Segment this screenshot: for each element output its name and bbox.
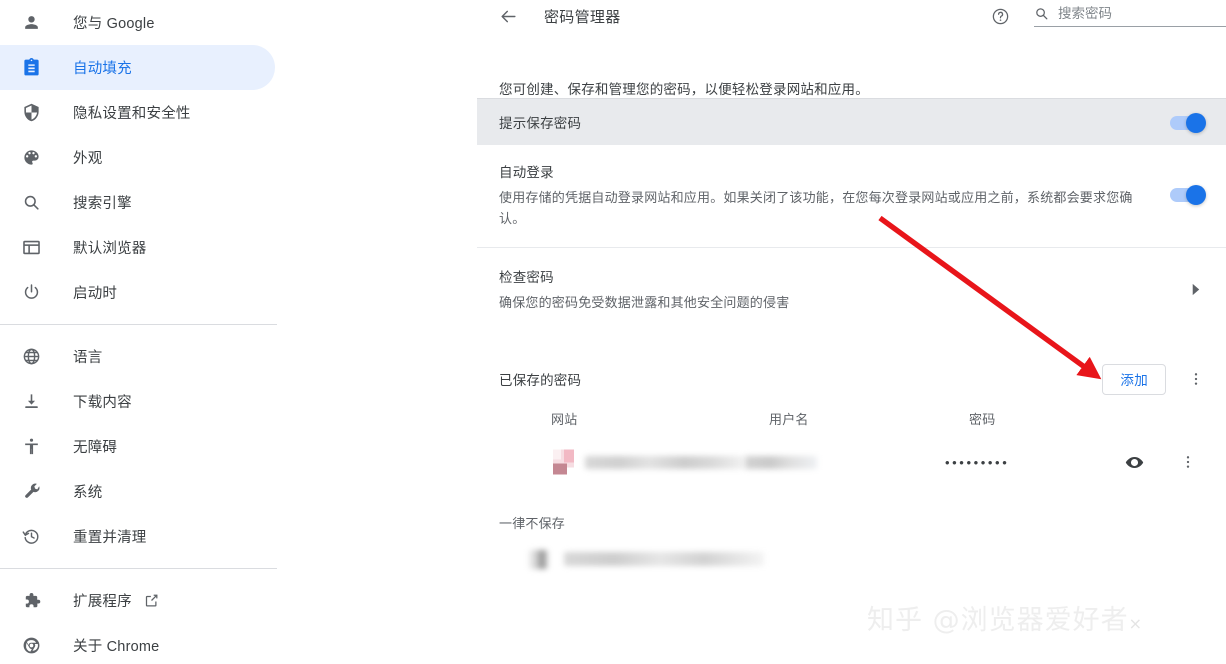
toggle-knob: [1186, 185, 1206, 206]
autofill-clipboard-icon: [20, 57, 42, 79]
sidebar-item-label: 您与 Google: [73, 16, 155, 32]
never-saved-site-redacted: [564, 552, 764, 567]
chrome-logo-icon: [20, 635, 42, 657]
sidebar-divider: [0, 568, 277, 569]
sidebar-item-system[interactable]: 系统: [0, 469, 477, 514]
row-prompt-save-passwords: 提示保存密码: [477, 98, 1226, 145]
sidebar-item-on-startup[interactable]: 启动时: [0, 270, 477, 315]
auto-signin-toggle[interactable]: [1170, 185, 1206, 206]
check-passwords-text: 检查密码 确保您的密码免受数据泄露和其他安全问题的侵害: [499, 266, 1189, 313]
auto-signin-text: 自动登录 使用存储的凭据自动登录网站和应用。如果关闭了该功能，在您每次登录网站或…: [499, 161, 1154, 229]
download-icon: [20, 391, 42, 413]
row-auto-signin: 自动登录 使用存储的凭据自动登录网站和应用。如果关闭了该功能，在您每次登录网站或…: [477, 145, 1226, 249]
sidebar-item-languages[interactable]: 语言: [0, 334, 477, 379]
sidebar-item-search-engine[interactable]: 搜索引擎: [0, 180, 477, 225]
header-actions: [991, 0, 1226, 33]
password-masked-value: •••••••••: [945, 454, 1010, 470]
prompt-save-toggle[interactable]: [1170, 113, 1206, 133]
sidebar-item-label: 无障碍: [73, 440, 118, 456]
sidebar-item-extensions[interactable]: 扩展程序: [0, 578, 477, 623]
settings-sidebar: 您与 Google 自动填充 隐私设置和安全性 外观 搜索引擎 默认浏览器 启动…: [0, 0, 477, 664]
sidebar-item-accessibility[interactable]: 无障碍: [0, 424, 477, 469]
saved-passwords-table: 网站 用户名 密码 •••••••••: [477, 401, 1226, 489]
globe-icon: [20, 346, 42, 368]
kebab-menu-icon[interactable]: [1180, 454, 1196, 470]
eye-icon[interactable]: [1125, 453, 1144, 472]
sidebar-item-privacy-security[interactable]: 隐私设置和安全性: [0, 90, 477, 135]
sidebar-group-3: 扩展程序 关于 Chrome: [0, 578, 477, 664]
table-header-row: 网站 用户名 密码: [499, 401, 1204, 435]
search-icon: [1034, 6, 1049, 21]
kebab-menu-icon[interactable]: [1188, 371, 1204, 387]
column-header-site: 网站: [551, 411, 578, 427]
search-input[interactable]: [1058, 6, 1218, 21]
password-manager-panel: 密码管理器 您可创建、保存和管理您的密码，以便轻松登录网站和应用。 提示保存密码: [477, 0, 1226, 664]
sidebar-item-label: 搜索引擎: [73, 196, 132, 212]
saved-passwords-label: 已保存的密码: [499, 373, 582, 389]
settings-page: 您与 Google 自动填充 隐私设置和安全性 外观 搜索引擎 默认浏览器 启动…: [0, 0, 1226, 664]
row-check-passwords[interactable]: 检查密码 确保您的密码免受数据泄露和其他安全问题的侵害: [477, 248, 1226, 331]
back-arrow-icon[interactable]: [499, 7, 518, 26]
shield-icon: [20, 102, 42, 124]
sidebar-item-label: 启动时: [73, 286, 118, 302]
sidebar-group-1: 您与 Google 自动填充 隐私设置和安全性 外观 搜索引擎 默认浏览器 启动…: [0, 0, 477, 315]
sidebar-item-reset-cleanup[interactable]: 重置并清理: [0, 514, 477, 559]
sidebar-item-label: 重置并清理: [73, 530, 147, 546]
auto-signin-description: 使用存储的凭据自动登录网站和应用。如果关闭了该功能，在您每次登录网站或应用之前，…: [499, 190, 1133, 227]
sidebar-item-downloads[interactable]: 下载内容: [0, 379, 477, 424]
table-row[interactable]: •••••••••: [499, 435, 1204, 489]
person-icon: [20, 12, 42, 34]
search-icon: [20, 192, 42, 214]
username-cell: [745, 455, 945, 469]
accessibility-icon: [20, 436, 42, 458]
sidebar-item-appearance[interactable]: 外观: [0, 135, 477, 180]
check-passwords-title: 检查密码: [499, 270, 554, 286]
panel-description: 您可创建、保存和管理您的密码，以便轻松登录网站和应用。: [499, 82, 869, 97]
toggle-knob: [1186, 113, 1206, 133]
column-header-password: 密码: [969, 411, 996, 427]
chevron-right-icon: [1189, 283, 1204, 296]
browser-window-icon: [20, 237, 42, 259]
column-header-username: 用户名: [769, 411, 809, 427]
sidebar-item-label: 系统: [73, 485, 103, 501]
username-value-redacted: [745, 455, 817, 469]
restore-clock-icon: [20, 526, 42, 548]
sidebar-item-label: 关于 Chrome: [73, 639, 160, 655]
saved-passwords-header: 已保存的密码 添加: [477, 331, 1226, 401]
sidebar-item-label: 自动填充: [73, 61, 132, 77]
search-password-box[interactable]: [1034, 6, 1226, 27]
sidebar-item-label: 隐私设置和安全性: [73, 106, 191, 122]
sidebar-item-label: 外观: [73, 151, 103, 167]
page-title: 密码管理器: [544, 9, 621, 26]
sidebar-divider: [0, 324, 277, 325]
prompt-save-label: 提示保存密码: [499, 116, 582, 131]
never-saved-row[interactable]: [477, 532, 1226, 586]
check-passwords-description: 确保您的密码免受数据泄露和其他安全问题的侵害: [499, 295, 790, 311]
power-icon: [20, 282, 42, 304]
auto-signin-title: 自动登录: [499, 165, 554, 180]
palette-icon: [20, 147, 42, 169]
never-saved-label: 一律不保存: [499, 516, 566, 532]
sidebar-item-label: 默认浏览器: [73, 241, 147, 257]
panel-header: 密码管理器: [477, 0, 1226, 33]
site-value-redacted: [585, 455, 745, 469]
puzzle-icon: [20, 590, 42, 612]
help-circle-icon[interactable]: [991, 7, 1010, 26]
sidebar-item-label: 扩展程序: [73, 594, 132, 610]
wrench-icon: [20, 481, 42, 503]
site-favicon-icon: [553, 449, 574, 475]
sidebar-item-default-browser[interactable]: 默认浏览器: [0, 225, 477, 270]
never-saved-favicon-icon: [529, 549, 548, 569]
sidebar-item-label: 下载内容: [73, 395, 132, 411]
sidebar-item-label: 语言: [73, 350, 103, 366]
add-password-button[interactable]: 添加: [1102, 363, 1166, 395]
open-in-new-icon[interactable]: [144, 593, 159, 608]
sidebar-item-autofill[interactable]: 自动填充: [0, 45, 275, 90]
sidebar-item-about-chrome[interactable]: 关于 Chrome: [0, 623, 477, 664]
sidebar-group-2: 语言 下载内容 无障碍 系统 重置并清理: [0, 334, 477, 559]
sidebar-item-you-and-google[interactable]: 您与 Google: [0, 0, 477, 45]
